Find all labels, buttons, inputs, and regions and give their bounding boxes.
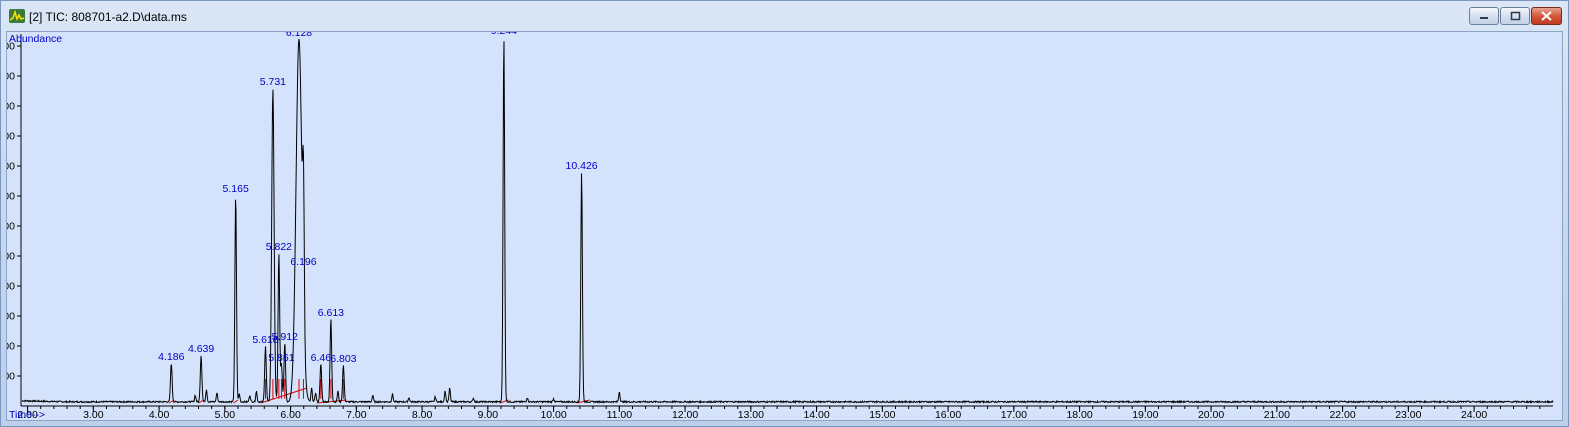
y-tick-label: 250000	[7, 251, 15, 263]
y-tick-label: 400000	[7, 161, 15, 173]
y-tick-label: 100000	[7, 341, 15, 353]
chromatogram-app-icon	[9, 9, 25, 23]
x-axis-label: Time-->	[9, 409, 45, 420]
tic-chromatogram-chart: 50000 100000 150000 200000 250000 300000 35000…	[7, 32, 1554, 420]
x-tick-label: 8.00	[412, 409, 433, 420]
x-tick-label: 3.00	[83, 409, 104, 420]
minimize-icon	[1480, 17, 1488, 19]
y-tick-label: 50000	[7, 371, 15, 383]
minimize-button[interactable]	[1469, 7, 1499, 25]
title-bar[interactable]: [2] TIC: 808701-a2.D\data.ms	[1, 1, 1568, 31]
x-tick-label: 21.00	[1264, 409, 1290, 420]
peak-label: 5.165	[223, 183, 249, 195]
x-tick-label: 19.00	[1132, 409, 1158, 420]
y-tick-label: 450000	[7, 131, 15, 143]
y-tick-label: 150000	[7, 311, 15, 323]
x-tick-label: 7.00	[346, 409, 367, 420]
close-icon	[1541, 11, 1552, 21]
peak-label: 6.128	[286, 32, 312, 39]
peak-label: 6.613	[318, 307, 344, 319]
x-tick-label: 4.00	[149, 409, 170, 420]
restore-icon	[1510, 11, 1521, 21]
x-tick-label: 9.00	[478, 409, 499, 420]
peak-label: 10.426	[566, 160, 598, 172]
x-tick-label: 5.00	[215, 409, 236, 420]
y-tick-label: 350000	[7, 191, 15, 203]
x-tick-label: 20.00	[1198, 409, 1224, 420]
chromatogram-plot-area: 50000 100000 150000 200000 250000 300000 35000…	[6, 31, 1563, 421]
x-tick-label: 15.00	[869, 409, 895, 420]
x-tick-label: 16.00	[935, 409, 961, 420]
peak-label: 4.186	[158, 351, 184, 363]
x-tick-label: 11.00	[607, 409, 633, 420]
peak-label: 6.196	[290, 256, 316, 268]
tic-trace-line	[21, 38, 1554, 404]
peak-label: 5.912	[272, 331, 298, 343]
x-tick-label: 24.00	[1461, 409, 1487, 420]
x-tick-label: 12.00	[672, 409, 698, 420]
peak-label: 5.861	[268, 352, 294, 364]
x-tick-label: 22.00	[1329, 409, 1355, 420]
peak-label: 5.822	[266, 241, 292, 253]
integration-baseline	[316, 399, 347, 404]
x-tick-label: 10.00	[540, 409, 566, 420]
x-tick-label: 6.00	[280, 409, 301, 420]
x-tick-label: 18.00	[1066, 409, 1092, 420]
peak-label: 9.244	[491, 32, 517, 37]
peak-label: 6.803	[330, 353, 356, 365]
integration-baseline	[233, 399, 239, 404]
window-title: [2] TIC: 808701-a2.D\data.ms	[29, 10, 187, 24]
y-axis-label: Abundance	[9, 33, 62, 45]
peak-label: 5.731	[260, 76, 286, 88]
y-tick-label: 550000	[7, 71, 15, 83]
close-button[interactable]	[1531, 7, 1562, 25]
y-tick-label: 500000	[7, 101, 15, 113]
x-tick-label: 23.00	[1395, 409, 1421, 420]
x-tick-label: 14.00	[803, 409, 829, 420]
y-tick-label: 300000	[7, 221, 15, 233]
peak-label: 6.46	[311, 352, 332, 364]
x-tick-label: 13.00	[738, 409, 764, 420]
chromatogram-window: [2] TIC: 808701-a2.D\data.ms 50000 100000…	[0, 0, 1569, 427]
x-tick-label: 17.00	[1001, 409, 1027, 420]
restore-button[interactable]	[1500, 7, 1530, 25]
y-tick-label: 200000	[7, 281, 15, 293]
peak-label: 4.639	[188, 343, 214, 355]
